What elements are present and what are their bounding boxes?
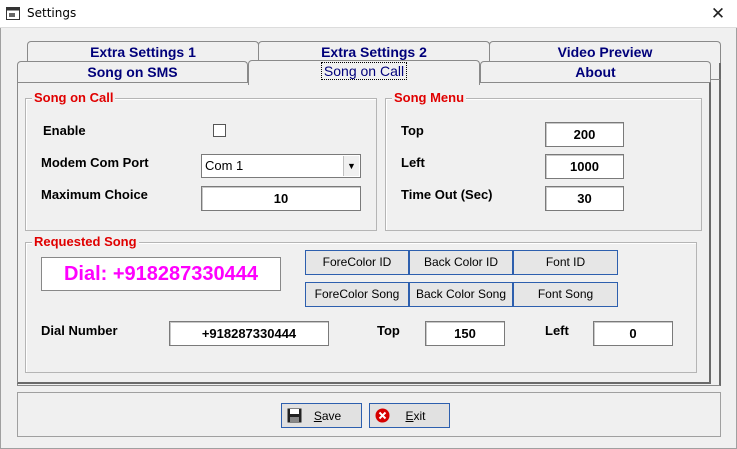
song-on-call-group-title: Song on Call [32,90,116,105]
song-preview-text: Dial: +918287330444 [41,257,281,291]
requested-left-label: Left [545,323,569,338]
back-color-song-button[interactable]: Back Color Song [409,282,513,307]
song-menu-group-title: Song Menu [392,90,467,105]
tab-about[interactable]: About [480,61,711,83]
tab-song-on-call[interactable]: Song on Call [248,60,480,85]
close-icon[interactable]: ✕ [707,4,729,24]
back-color-id-button[interactable]: Back Color ID [409,250,513,275]
tab-song-on-sms[interactable]: Song on SMS [17,61,248,83]
time-out-input[interactable]: 30 [545,186,624,211]
chevron-down-icon[interactable]: ▼ [343,156,359,176]
modem-com-port-label: Modem Com Port [41,155,149,170]
dial-number-label: Dial Number [41,323,118,338]
tab-extra-settings-1[interactable]: Extra Settings 1 [27,41,259,63]
save-button[interactable]: Save [281,403,362,428]
song-menu-left-input[interactable]: 1000 [545,154,624,179]
maximum-choice-label: Maximum Choice [41,187,148,202]
requested-top-label: Top [377,323,400,338]
maximum-choice-input[interactable]: 10 [201,186,361,211]
requested-song-group-title: Requested Song [32,234,139,249]
song-menu-group: Song Menu [385,90,702,231]
time-out-label: Time Out (Sec) [401,187,493,202]
tab-video-preview[interactable]: Video Preview [489,41,721,63]
title-bar: Settings ✕ [0,0,737,28]
requested-top-input[interactable]: 150 [425,321,505,346]
song-menu-top-input[interactable]: 200 [545,122,624,147]
dial-number-input[interactable]: +918287330444 [169,321,329,346]
requested-left-input[interactable]: 0 [593,321,673,346]
enable-checkbox[interactable] [213,124,226,137]
forecolor-id-button[interactable]: ForeColor ID [305,250,409,275]
enable-label: Enable [43,123,86,138]
font-id-button[interactable]: Font ID [513,250,618,275]
exit-label: xit [413,409,426,423]
modem-com-port-value: Com 1 [205,158,244,173]
settings-app-icon [6,7,20,20]
window-title: Settings [27,6,77,20]
exit-mnemonic: E [405,409,414,423]
forecolor-song-button[interactable]: ForeColor Song [305,282,409,307]
exit-button[interactable]: Exit [369,403,450,428]
modem-com-port-select[interactable]: Com 1 ▼ [201,154,361,178]
font-song-button[interactable]: Font Song [513,282,618,307]
song-menu-left-label: Left [401,155,425,170]
save-label: ave [321,409,342,423]
save-mnemonic: S [313,409,322,423]
song-menu-top-label: Top [401,123,424,138]
